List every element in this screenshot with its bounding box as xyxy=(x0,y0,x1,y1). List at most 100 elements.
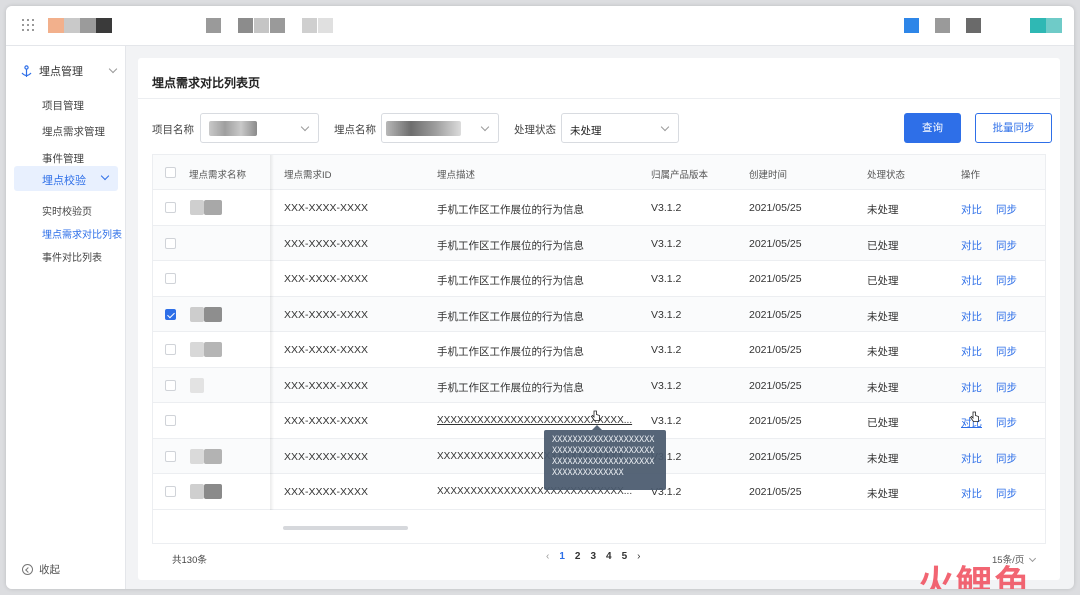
table-row[interactable]: XXX-XXXX-XXXX 手机工作区工作展位的行为信息 V3.1.2 2021/05… xyxy=(153,261,1045,297)
header-action-block[interactable] xyxy=(904,18,919,33)
nav-block[interactable] xyxy=(318,18,333,33)
table-row[interactable]: XXX-XXXX-XXXX 手机工作区工作展位的行为信息 V3.1.2 2021/05… xyxy=(153,225,1045,261)
main-panel: 埋点需求对比列表页 项目名称 埋点名称 处理状态 未处理 查询 批量同步 埋点需… xyxy=(138,58,1060,580)
header-action-block[interactable] xyxy=(935,18,950,33)
query-button[interactable]: 查询 xyxy=(904,113,961,143)
collapse-icon xyxy=(22,564,33,575)
apps-grid-icon[interactable] xyxy=(22,19,34,31)
compare-link[interactable]: 对比 xyxy=(961,486,982,501)
sidebar-subitem-event-compare[interactable]: 事件对比列表 xyxy=(42,249,102,264)
requirement-name-redacted xyxy=(204,484,222,499)
horizontal-scrollbar[interactable] xyxy=(283,526,408,530)
table-row[interactable]: XXX-XXXX-XXXX 手机工作区工作展位的行为信息 V3.1.2 2021/05… xyxy=(153,190,1045,226)
app-window: 埋点管理 项目管理 埋点需求管理 事件管理 埋点校验 实时校验页 埋点需求对比列… xyxy=(6,6,1074,589)
row-checkbox[interactable] xyxy=(165,202,176,213)
status-cell: 未处理 xyxy=(867,346,899,358)
row-checkbox[interactable] xyxy=(165,308,176,320)
status-cell: 未处理 xyxy=(867,381,899,394)
nav-block[interactable] xyxy=(254,18,269,33)
table-row[interactable]: XXX-XXXX-XXXX 手机工作区工作展位的行为信息 V3.1.2 2021/05… xyxy=(153,367,1045,403)
description-cell[interactable]: 手机工作区工作展位的行为信息 xyxy=(437,273,584,288)
divider xyxy=(138,98,1060,99)
header-action-block[interactable] xyxy=(966,18,981,33)
created-time-cell: 2021/05/25 xyxy=(749,308,802,321)
header-requirement-id: 埋点需求ID xyxy=(284,170,332,181)
status-cell: 已处理 xyxy=(867,275,899,287)
requirement-id-cell: XXX-XXXX-XXXX xyxy=(284,450,369,463)
requirement-name-redacted xyxy=(190,377,204,393)
sync-link[interactable]: 同步 xyxy=(996,380,1017,395)
sync-link[interactable]: 同步 xyxy=(996,415,1017,430)
sync-link[interactable]: 同步 xyxy=(996,202,1017,217)
table-row[interactable]: XXX-XXXX-XXXX 手机工作区工作展位的行为信息 V3.1.2 2021/05… xyxy=(153,332,1045,368)
description-cell[interactable]: 手机工作区工作展位的行为信息 xyxy=(437,380,584,395)
project-filter-label: 项目名称 xyxy=(152,124,194,136)
created-time-cell: 2021/05/25 xyxy=(749,486,802,498)
requirement-id-cell: XXX-XXXX-XXXX xyxy=(284,202,369,214)
description-cell[interactable]: 手机工作区工作展位的行为信息 xyxy=(437,238,584,253)
nav-block[interactable] xyxy=(206,18,221,33)
row-checkbox[interactable] xyxy=(165,450,176,462)
compare-link[interactable]: 对比 xyxy=(961,238,982,253)
row-checkbox[interactable] xyxy=(165,344,176,355)
sync-link[interactable]: 同步 xyxy=(996,309,1017,324)
description-cell[interactable]: 手机工作区工作展位的行为信息 xyxy=(437,202,584,217)
sidebar-subitem-requirement-compare[interactable]: 埋点需求对比列表 xyxy=(42,226,122,241)
collapse-sidebar-button[interactable]: 收起 xyxy=(22,562,60,577)
chevron-down-icon xyxy=(100,171,110,181)
batch-sync-button[interactable]: 批量同步 xyxy=(975,113,1052,143)
requirement-name-redacted xyxy=(190,448,204,464)
prev-page-icon[interactable]: ‹ xyxy=(546,551,549,562)
compare-link[interactable]: 对比 xyxy=(961,451,982,466)
total-count: 共130条 xyxy=(172,555,207,566)
compare-link[interactable]: 对比 xyxy=(961,380,982,395)
logo-block xyxy=(96,18,112,33)
sync-link[interactable]: 同步 xyxy=(996,273,1017,288)
sync-link[interactable]: 同步 xyxy=(996,238,1017,253)
compare-link[interactable]: 对比 xyxy=(961,344,982,359)
avatar[interactable] xyxy=(1030,18,1046,33)
point-name-select[interactable] xyxy=(381,113,499,143)
compare-link[interactable]: 对比 xyxy=(961,273,982,288)
header-description: 埋点描述 xyxy=(437,170,476,181)
row-checkbox[interactable] xyxy=(165,415,176,426)
page-number[interactable]: 2 xyxy=(575,551,581,562)
row-checkbox[interactable] xyxy=(165,379,176,391)
sidebar-item-requirements[interactable]: 埋点需求管理 xyxy=(42,124,105,139)
description-cell[interactable]: XXXXXXXXXXXXXXXXXXXXXXXXXXXX... xyxy=(437,415,632,426)
nav-block[interactable] xyxy=(302,18,317,33)
sidebar-item-events[interactable]: 事件管理 xyxy=(42,151,84,166)
sidebar-group-validation[interactable]: 埋点校验 xyxy=(14,166,118,191)
page-number[interactable]: 4 xyxy=(606,551,612,562)
description-cell[interactable]: 手机工作区工作展位的行为信息 xyxy=(437,344,584,359)
compare-link[interactable]: 对比 xyxy=(961,309,982,324)
hand-cursor-icon xyxy=(970,411,979,422)
header-created-time: 创建时间 xyxy=(749,170,788,181)
sidebar-subitem-realtime[interactable]: 实时校验页 xyxy=(42,203,92,218)
status-cell: 未处理 xyxy=(867,452,899,465)
row-checkbox[interactable] xyxy=(165,237,176,249)
page-number[interactable]: 3 xyxy=(590,551,596,562)
nav-block[interactable] xyxy=(270,18,285,33)
select-all-checkbox[interactable] xyxy=(165,167,176,178)
sidebar-item-projects[interactable]: 项目管理 xyxy=(42,98,84,113)
table-row[interactable]: XXX-XXXX-XXXX 手机工作区工作展位的行为信息 V3.1.2 2021/05… xyxy=(153,296,1045,332)
description-cell[interactable]: 手机工作区工作展位的行为信息 xyxy=(437,309,584,324)
row-checkbox[interactable] xyxy=(165,486,176,497)
row-checkbox[interactable] xyxy=(165,273,176,284)
version-cell: V3.1.2 xyxy=(651,273,682,285)
page-number[interactable]: 1 xyxy=(559,551,565,562)
sidebar-group-label: 埋点管理 xyxy=(39,66,83,78)
avatar[interactable] xyxy=(1046,18,1062,33)
sync-link[interactable]: 同步 xyxy=(996,451,1017,466)
sync-link[interactable]: 同步 xyxy=(996,344,1017,359)
next-page-icon[interactable]: › xyxy=(637,551,640,562)
sidebar-group-tracking[interactable]: 埋点管理 xyxy=(20,61,120,81)
sync-link[interactable]: 同步 xyxy=(996,486,1017,501)
requirement-id-cell: XXX-XXXX-XXXX xyxy=(284,486,369,498)
compare-link[interactable]: 对比 xyxy=(961,202,982,217)
nav-block[interactable] xyxy=(238,18,253,33)
status-select[interactable]: 未处理 xyxy=(561,113,679,143)
project-select[interactable] xyxy=(200,113,319,143)
page-number[interactable]: 5 xyxy=(622,551,628,562)
